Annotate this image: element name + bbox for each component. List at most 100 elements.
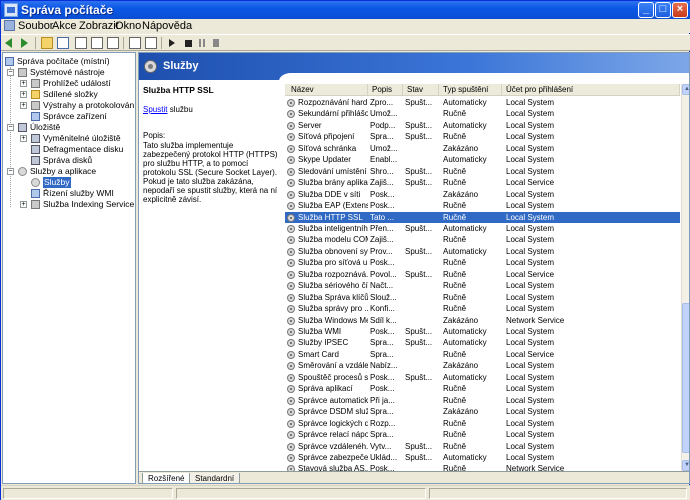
table-row[interactable]: Síťová schránka Umož... Zakázáno Local Syst… bbox=[285, 143, 680, 154]
service-description-cell: Nabíz... bbox=[370, 361, 398, 371]
service-startup-cell: Ručně bbox=[443, 212, 467, 222]
column-header-description[interactable]: Popis bbox=[368, 84, 403, 96]
service-gear-icon bbox=[287, 385, 295, 394]
system-menu-icon[interactable] bbox=[4, 20, 15, 31]
indexing-service-icon bbox=[31, 200, 40, 209]
service-description-cell: Spra... bbox=[370, 349, 394, 359]
help-icon[interactable] bbox=[129, 37, 141, 49]
service-gear-icon bbox=[287, 293, 295, 302]
title-bar[interactable]: Správa počítače _ □ × bbox=[1, 1, 690, 19]
table-row[interactable]: Sekundární přihlášo...Umož... Ručně Local … bbox=[285, 108, 680, 119]
menu-action[interactable]: Akce bbox=[52, 20, 76, 32]
table-row[interactable]: Služba Správa klíčů ...Slouž... Ručně Loca… bbox=[285, 292, 680, 303]
menu-help[interactable]: Nápověda bbox=[142, 20, 192, 32]
scroll-up-icon[interactable]: ▲ bbox=[682, 84, 689, 95]
service-gear-icon bbox=[287, 190, 295, 199]
column-header-name[interactable]: Název bbox=[285, 84, 368, 96]
scroll-thumb[interactable] bbox=[682, 303, 689, 453]
table-row[interactable]: Skype Updater Enabl... Automaticky Local Sy… bbox=[285, 154, 680, 165]
service-status-cell: Spušt... bbox=[405, 452, 433, 462]
table-row[interactable]: Služba obnovení sy... Prov... Spušt... Auto… bbox=[285, 246, 680, 257]
expand-icon[interactable]: + bbox=[20, 201, 27, 208]
column-header-logon-as[interactable]: Účet pro přihlášení bbox=[502, 84, 680, 96]
vertical-scrollbar[interactable]: ▲ ▼ bbox=[681, 84, 689, 471]
properties-icon[interactable] bbox=[75, 37, 87, 49]
menu-file[interactable]: Soubor bbox=[18, 20, 53, 32]
help-topics-icon[interactable] bbox=[145, 37, 157, 49]
table-row[interactable]: Správce automatick... Při ja... Ručně Local… bbox=[285, 395, 680, 406]
up-folder-icon[interactable] bbox=[41, 37, 53, 49]
table-row[interactable]: Síťová připojení Spra... Spušt... Ručně Loca… bbox=[285, 131, 680, 142]
service-status-cell: Spušt... bbox=[405, 441, 433, 451]
service-name-cell: Správce zabezpeče... bbox=[298, 452, 368, 462]
table-row[interactable]: Správce relací nápo...Spra... Ručně Local … bbox=[285, 429, 680, 440]
start-service-icon[interactable] bbox=[169, 39, 175, 47]
back-icon[interactable] bbox=[5, 38, 12, 48]
service-startup-cell: Ručně bbox=[443, 166, 467, 176]
table-row[interactable]: Stavová služba AS... Posk... Ručně Network … bbox=[285, 463, 680, 471]
table-row[interactable]: Správa aplikací Posk... Ručně Local System bbox=[285, 383, 680, 394]
service-logon-cell: Local Service bbox=[506, 178, 555, 188]
close-button[interactable]: × bbox=[672, 2, 688, 18]
table-row[interactable]: Směrování a vzdále... Nabíz... Zakázáno Loc… bbox=[285, 360, 680, 371]
service-logon-cell: Local System bbox=[506, 418, 555, 428]
scroll-down-icon[interactable]: ▼ bbox=[682, 460, 689, 471]
table-row[interactable]: Správce zabezpeče... Uklád... Spušt... Auto… bbox=[285, 452, 680, 463]
minimize-button[interactable]: _ bbox=[638, 2, 654, 18]
stop-service-icon[interactable] bbox=[185, 40, 192, 47]
table-row[interactable]: Správce DSDM služ...Spra... Zakázáno Local… bbox=[285, 406, 680, 417]
collapse-icon[interactable]: − bbox=[7, 124, 14, 131]
export-list-icon[interactable] bbox=[107, 37, 119, 49]
expand-icon[interactable]: + bbox=[20, 80, 27, 87]
service-description-cell: Načt... bbox=[370, 281, 394, 291]
service-startup-cell: Automaticky bbox=[443, 338, 487, 348]
expand-icon[interactable]: + bbox=[20, 91, 27, 98]
table-row[interactable]: Služba rozpoznává... Povol... Spušt... Ručn… bbox=[285, 269, 680, 280]
restart-service-icon[interactable] bbox=[213, 39, 221, 47]
table-row[interactable]: Služba brány aplika... Zajiš... Spušt... Ru… bbox=[285, 177, 680, 188]
forward-icon[interactable] bbox=[21, 38, 28, 48]
table-row[interactable]: Správce logických d...Rozp... Ručně Local … bbox=[285, 418, 680, 429]
table-row[interactable]: Služby IPSEC Spra... Spušt... Automaticky Lo… bbox=[285, 337, 680, 348]
table-row[interactable]: Služba správy pro ... Konfi... Ručně Local … bbox=[285, 303, 680, 314]
table-row[interactable]: Služba DDE v síti Posk... Zakázáno Local Sy… bbox=[285, 189, 680, 200]
service-gear-icon bbox=[287, 259, 295, 268]
service-description-cell: Podp... bbox=[370, 120, 396, 130]
table-row[interactable]: Služba pro síťová u... Posk... Ručně Local … bbox=[285, 257, 680, 268]
table-row[interactable]: Spouštěč procesů s... Posk... Spušt... Auto… bbox=[285, 372, 680, 383]
table-row[interactable]: Služba inteligentníh... Přen... Spušt... Au… bbox=[285, 223, 680, 234]
table-row[interactable]: Služba modelu COM...Zajiš... Ručně Local S… bbox=[285, 234, 680, 245]
show-hide-tree-icon[interactable] bbox=[57, 37, 69, 49]
expand-icon[interactable]: + bbox=[20, 102, 27, 109]
table-row[interactable]: Smart Card Spra... Ručně Local Service bbox=[285, 349, 680, 360]
menu-window[interactable]: Okno bbox=[115, 20, 141, 32]
service-status-cell: Spušt... bbox=[405, 98, 433, 107]
start-service-link[interactable]: Spustit bbox=[143, 105, 167, 114]
expand-icon[interactable]: + bbox=[20, 135, 27, 142]
column-header-startup-type[interactable]: Typ spuštění bbox=[439, 84, 502, 96]
refresh-icon[interactable] bbox=[91, 37, 103, 49]
service-status-cell: Spušt... bbox=[405, 223, 433, 233]
pause-service-icon[interactable] bbox=[199, 39, 205, 47]
tab-standard[interactable]: Standardní bbox=[189, 473, 241, 483]
column-header-status[interactable]: Stav bbox=[403, 84, 439, 96]
table-row[interactable]: Služba Windows Me...Sdíl k... Zakázáno Net… bbox=[285, 315, 680, 326]
table-row[interactable]: Rozpoznávání hard... Zpro... Spušt... Autom… bbox=[285, 97, 680, 108]
maximize-button[interactable]: □ bbox=[655, 2, 671, 18]
service-startup-cell: Ručně bbox=[443, 235, 467, 245]
table-row[interactable]: Služba HTTP SSL Tato ... Ručně Local System bbox=[285, 211, 680, 223]
collapse-icon[interactable]: − bbox=[7, 69, 14, 76]
service-startup-cell: Ručně bbox=[443, 304, 467, 314]
service-startup-cell: Zakázáno bbox=[443, 407, 479, 417]
table-row[interactable]: Služba WMI Posk... Spušt... Automaticky Loca… bbox=[285, 326, 680, 337]
menu-view[interactable]: Zobrazit bbox=[79, 20, 119, 32]
collapse-icon[interactable]: − bbox=[7, 168, 14, 175]
table-row[interactable]: Server Podp... Spušt... Automaticky Local Sy… bbox=[285, 120, 680, 131]
table-row[interactable]: Služba sériového čí... Načt... Ručně Local … bbox=[285, 280, 680, 291]
service-startup-cell: Zakázáno bbox=[443, 315, 479, 325]
table-row[interactable]: Sledování umístění ... Shro... Spušt... Ruč… bbox=[285, 166, 680, 177]
table-row[interactable]: Správce vzdálenéh... Vytv... Spušt... Ručně… bbox=[285, 441, 680, 452]
service-gear-icon bbox=[287, 396, 295, 405]
tab-extended[interactable]: Rozšířené bbox=[142, 473, 191, 483]
table-row[interactable]: Služba EAP (Extens...Posk... Ručně Local S… bbox=[285, 200, 680, 211]
